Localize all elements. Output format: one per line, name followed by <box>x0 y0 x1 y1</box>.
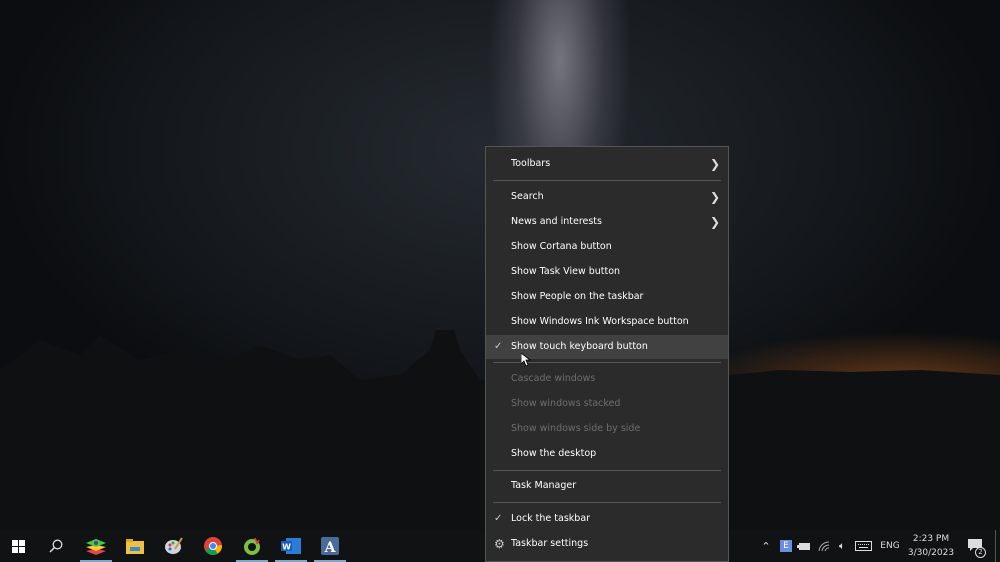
label: Taskbar settings <box>511 538 589 549</box>
bluestacks-icon <box>86 539 106 555</box>
clock-time: 2:23 PM <box>912 534 950 544</box>
label: News and interests <box>511 216 602 227</box>
network-tray[interactable] <box>816 530 832 562</box>
clock-date: 3/30/2023 <box>907 548 955 558</box>
e-app-icon: E <box>780 540 792 552</box>
menu-item-people[interactable]: Show People on the taskbar <box>486 285 728 309</box>
separator <box>493 470 721 471</box>
gear-icon: ⚙ <box>494 537 505 551</box>
search-button[interactable] <box>38 530 74 562</box>
word-icon: W <box>281 538 301 554</box>
folder-icon <box>126 538 144 554</box>
menu-item-lock-taskbar[interactable]: ✓ Lock the taskbar <box>486 507 728 531</box>
label: Lock the taskbar <box>511 513 591 524</box>
paint-palette-icon <box>165 537 183 554</box>
touch-keyboard-button[interactable] <box>853 530 873 562</box>
mouse-cursor-icon <box>521 353 531 367</box>
separator <box>493 502 721 503</box>
menu-item-side-by-side: Show windows side by side <box>511 423 641 434</box>
action-center-button[interactable]: 2 <box>964 530 988 562</box>
taskbar-app-word[interactable]: W <box>273 530 309 562</box>
show-hidden-icons-button[interactable]: ⌃ <box>759 530 773 562</box>
chevron-right-icon: ❯ <box>709 157 720 171</box>
label: Show touch keyboard button <box>511 341 648 352</box>
label: Toolbars <box>511 158 551 169</box>
chevron-right-icon: ❯ <box>709 215 720 229</box>
typora-icon: A <box>321 537 339 555</box>
chevron-up-icon: ⌃ <box>761 539 771 553</box>
svg-text:W: W <box>282 543 291 552</box>
start-button[interactable] <box>0 530 36 562</box>
clock[interactable]: 2:23 PM 3/30/2023 <box>904 530 958 562</box>
taskbar-app-typora[interactable]: A <box>312 530 348 562</box>
label: Search <box>511 191 544 202</box>
windows-logo-icon <box>11 539 25 553</box>
menu-item-taskbar-settings[interactable]: ⚙ Taskbar settings <box>486 532 728 556</box>
menu-item-task-view[interactable]: Show Task View button <box>486 260 728 284</box>
menu-item-news[interactable]: News and interests ❯ <box>486 210 728 234</box>
keyboard-icon <box>854 541 872 551</box>
speaker-icon: 🔈︎ <box>839 540 845 552</box>
tray-app-e[interactable]: E <box>778 530 794 562</box>
greenshot-icon <box>244 537 260 555</box>
separator <box>493 180 721 181</box>
menu-item-toolbars[interactable]: Toolbars ❯ <box>486 152 728 176</box>
notification-count-badge: 2 <box>975 547 986 558</box>
chrome-icon <box>204 537 222 555</box>
wifi-icon <box>818 540 830 551</box>
language-indicator[interactable]: ENG <box>878 530 902 562</box>
search-icon <box>49 539 63 553</box>
menu-item-ink[interactable]: Show Windows Ink Workspace button <box>486 310 728 334</box>
taskbar-app-file-explorer[interactable] <box>117 530 153 562</box>
menu-item-cortana[interactable]: Show Cortana button <box>486 235 728 259</box>
battery-tray[interactable] <box>796 530 812 562</box>
battery-icon <box>797 542 810 550</box>
menu-item-search[interactable]: Search ❯ <box>486 185 728 209</box>
menu-item-task-manager[interactable]: Task Manager <box>486 474 728 498</box>
checkmark-icon: ✓ <box>494 341 503 352</box>
checkmark-icon: ✓ <box>494 513 503 524</box>
svg-text:A: A <box>324 540 337 555</box>
volume-tray[interactable]: 🔈︎ <box>834 530 850 562</box>
show-desktop-button[interactable] <box>995 530 996 562</box>
menu-item-cascade: Cascade windows <box>511 373 596 384</box>
menu-item-show-desktop[interactable]: Show the desktop <box>486 442 728 466</box>
taskbar-app-paint[interactable] <box>156 530 192 562</box>
taskbar-app-bluestacks[interactable] <box>78 530 114 562</box>
taskbar-app-chrome[interactable] <box>195 530 231 562</box>
menu-item-stacked: Show windows stacked <box>511 398 621 409</box>
taskbar-app-greenshot[interactable] <box>234 530 270 562</box>
chevron-right-icon: ❯ <box>709 190 720 204</box>
